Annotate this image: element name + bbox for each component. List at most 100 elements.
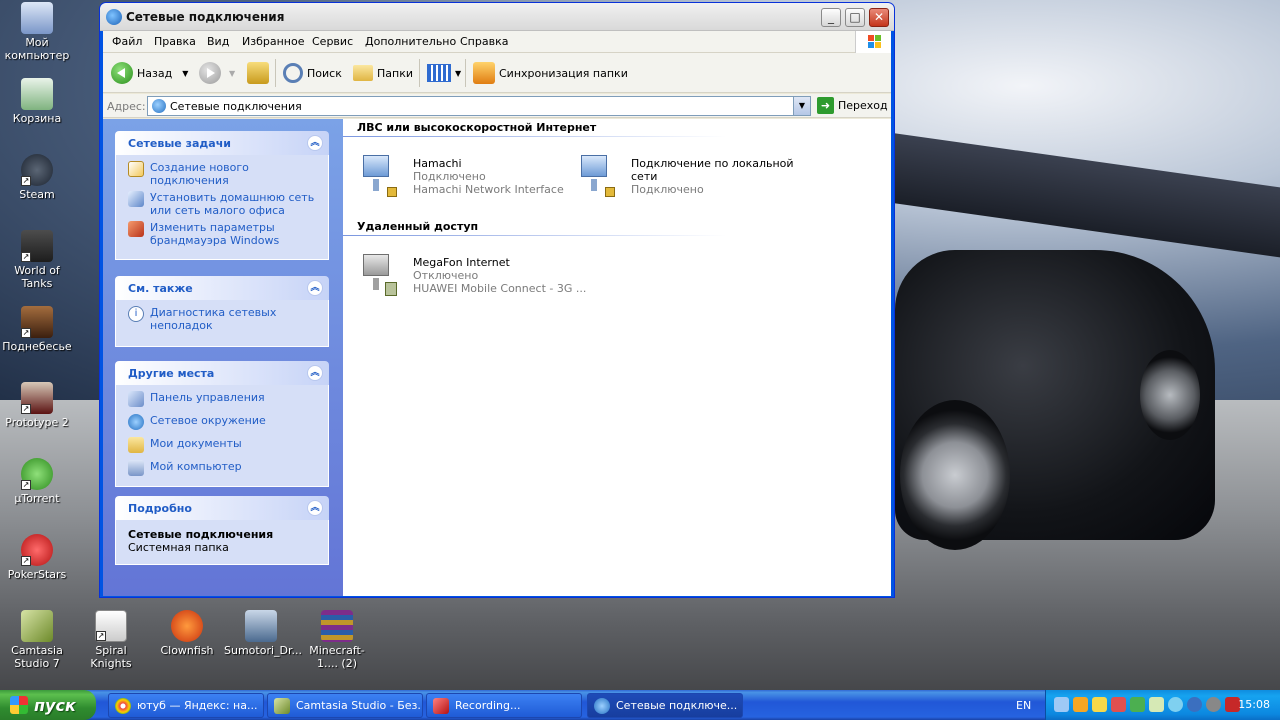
panel-header[interactable]: Сетевые задачи ︽ xyxy=(115,131,329,155)
link-label: Мои документы xyxy=(150,437,242,450)
recycle-bin-icon xyxy=(21,78,53,110)
search-label: Поиск xyxy=(307,66,342,80)
menu-edit[interactable]: Правка xyxy=(154,35,196,48)
menu-advanced[interactable]: Дополнительно xyxy=(365,35,456,48)
address-dropdown-icon[interactable]: ▼ xyxy=(793,97,810,115)
task-label: Установить домашнюю сеть или сеть малого… xyxy=(150,191,315,217)
windows-logo-icon xyxy=(855,31,891,53)
toolbar: Назад ▼ ▼ Поиск Папки ▼ Синхронизация па… xyxy=(103,53,891,93)
connection-status: Отключено xyxy=(413,269,479,282)
connection-name: MegaFon Internet xyxy=(413,256,510,269)
connection-megafon[interactable]: MegaFon Internet Отключено HUAWEI Mobile… xyxy=(359,252,589,300)
network-computer-icon xyxy=(245,610,277,642)
my-documents-icon xyxy=(128,437,144,453)
up-button[interactable] xyxy=(247,61,269,85)
task-firewall[interactable]: Изменить параметры брандмауэра Windows xyxy=(128,221,318,247)
search-button[interactable]: Поиск xyxy=(283,61,342,85)
panel-header[interactable]: Подробно ︽ xyxy=(115,496,329,520)
menu-file[interactable]: Файл xyxy=(112,35,142,48)
spiral-knights-icon: ↗ xyxy=(95,610,127,642)
toolbar-separator xyxy=(275,59,276,87)
connection-hamachi[interactable]: Hamachi Подключено Hamachi Network Inter… xyxy=(359,153,564,201)
tray-steam-icon[interactable] xyxy=(1168,697,1183,712)
menu-favorites[interactable]: Избранное xyxy=(242,35,304,48)
connection-device: HUAWEI Mobile Connect - 3G ... xyxy=(413,282,587,295)
desktop-icon-clownfish[interactable]: Clownfish xyxy=(150,610,224,657)
back-button[interactable]: Назад ▼ xyxy=(111,61,188,85)
close-button[interactable]: ✕ xyxy=(869,8,889,27)
taskbar-item-recording[interactable]: Recording... xyxy=(426,693,582,718)
taskbar-item-network-connections[interactable]: Сетевые подключе... xyxy=(587,693,743,718)
link-control-panel[interactable]: Панель управления xyxy=(128,391,318,407)
collapse-chevron-icon[interactable]: ︽ xyxy=(307,500,323,516)
folders-button[interactable]: Папки xyxy=(353,61,413,85)
task-home-network[interactable]: Установить домашнюю сеть или сеть малого… xyxy=(128,191,318,217)
desktop-icon-pokerstars[interactable]: ↗ PokerStars xyxy=(0,534,74,581)
desktop-icon-my-computer[interactable]: Мой компьютер xyxy=(0,2,74,62)
forward-button[interactable]: ▼ xyxy=(199,61,235,85)
taskbar-item-label: Сетевые подключе... xyxy=(616,699,738,712)
tray-utorrent-icon[interactable] xyxy=(1130,697,1145,712)
task-create-connection[interactable]: Создание нового подключения xyxy=(128,161,318,187)
tray-volume-icon[interactable] xyxy=(1206,697,1221,712)
start-button[interactable]: пуск xyxy=(0,690,96,720)
link-my-computer[interactable]: Мой компьютер xyxy=(128,460,318,476)
title-bar[interactable]: Сетевые подключения _ □ ✕ xyxy=(100,3,894,31)
chrome-icon xyxy=(115,697,131,714)
desktop-icon-steam[interactable]: ↗ Steam xyxy=(0,154,74,201)
control-panel-icon xyxy=(128,391,144,407)
tray-network-icon[interactable] xyxy=(1054,697,1069,712)
desktop-icon-utorrent[interactable]: ↗ µTorrent xyxy=(0,458,74,505)
tray-security-icon[interactable] xyxy=(1111,697,1126,712)
language-indicator[interactable]: EN xyxy=(1016,699,1031,712)
link-network-places[interactable]: Сетевое окружение xyxy=(128,414,318,430)
desktop-icon-spiral-knights[interactable]: ↗ Spiral Knights xyxy=(74,610,148,670)
maximize-button[interactable]: □ xyxy=(845,8,865,27)
network-folder-icon xyxy=(106,9,122,25)
steam-icon: ↗ xyxy=(21,154,53,186)
lan-connection-icon xyxy=(359,155,399,197)
prototype-icon: ↗ xyxy=(21,382,53,414)
back-label: Назад xyxy=(137,66,173,80)
desktop-icon-sumotori[interactable]: Sumotori_Dr... xyxy=(224,610,302,657)
network-connections-window: Сетевые подключения _ □ ✕ Файл Правка Ви… xyxy=(99,2,895,598)
clock[interactable]: 15:08 xyxy=(1238,698,1270,711)
link-network-diagnostics[interactable]: i Диагностика сетевых неполадок xyxy=(128,306,318,332)
panel-body: i Диагностика сетевых неполадок xyxy=(115,300,329,347)
sync-folder-button[interactable]: Синхронизация папки xyxy=(473,61,628,85)
address-input[interactable]: Сетевые подключения ▼ xyxy=(147,96,811,116)
desktop-icon-label: Мой компьютер xyxy=(4,36,70,62)
collapse-chevron-icon[interactable]: ︽ xyxy=(307,280,323,296)
wallpaper-wheel-rear xyxy=(1140,350,1200,440)
menu-tools[interactable]: Сервис xyxy=(312,35,353,48)
panel-title: Другие места xyxy=(128,367,215,380)
desktop-icon-world-of-tanks[interactable]: ↗ World of Tanks xyxy=(0,230,74,290)
menu-help[interactable]: Справка xyxy=(460,35,508,48)
go-button[interactable]: ➜ Переход xyxy=(817,97,888,114)
taskbar-item-browser[interactable]: ютуб — Яндекс: на... xyxy=(108,693,264,718)
desktop-icon-camtasia[interactable]: Camtasia Studio 7 xyxy=(0,610,74,670)
desktop-icon-prototype-2[interactable]: ↗ Prototype 2 xyxy=(0,382,74,429)
forward-arrow-icon xyxy=(199,62,221,84)
collapse-chevron-icon[interactable]: ︽ xyxy=(307,135,323,151)
pokerstars-icon: ↗ xyxy=(21,534,53,566)
tray-shield-icon[interactable] xyxy=(1092,697,1107,712)
link-label: Панель управления xyxy=(150,391,265,404)
menu-view[interactable]: Вид xyxy=(207,35,229,48)
panel-header[interactable]: Другие места ︽ xyxy=(115,361,329,385)
panel-header[interactable]: См. также ︽ xyxy=(115,276,329,300)
back-dropdown-icon[interactable]: ▼ xyxy=(182,69,188,78)
desktop-icon-podnebesye[interactable]: ↗ Поднебесье xyxy=(0,306,74,353)
recording-icon xyxy=(433,697,449,714)
minimize-button[interactable]: _ xyxy=(821,8,841,27)
desktop-icon-recycle-bin[interactable]: Корзина xyxy=(0,78,74,125)
desktop-icon-minecraft[interactable]: Minecraft-1.... (2) xyxy=(300,610,374,670)
tray-camtasia-icon[interactable] xyxy=(1149,697,1164,712)
connection-local-area[interactable]: Подключение по локальной сети Подключено xyxy=(577,153,794,201)
collapse-chevron-icon[interactable]: ︽ xyxy=(307,365,323,381)
tray-update-icon[interactable] xyxy=(1187,697,1202,712)
link-my-documents[interactable]: Мои документы xyxy=(128,437,318,453)
tray-app-icon[interactable] xyxy=(1073,697,1088,712)
taskbar-item-camtasia[interactable]: Camtasia Studio - Без... xyxy=(267,693,423,718)
views-button[interactable]: ▼ xyxy=(427,61,461,85)
